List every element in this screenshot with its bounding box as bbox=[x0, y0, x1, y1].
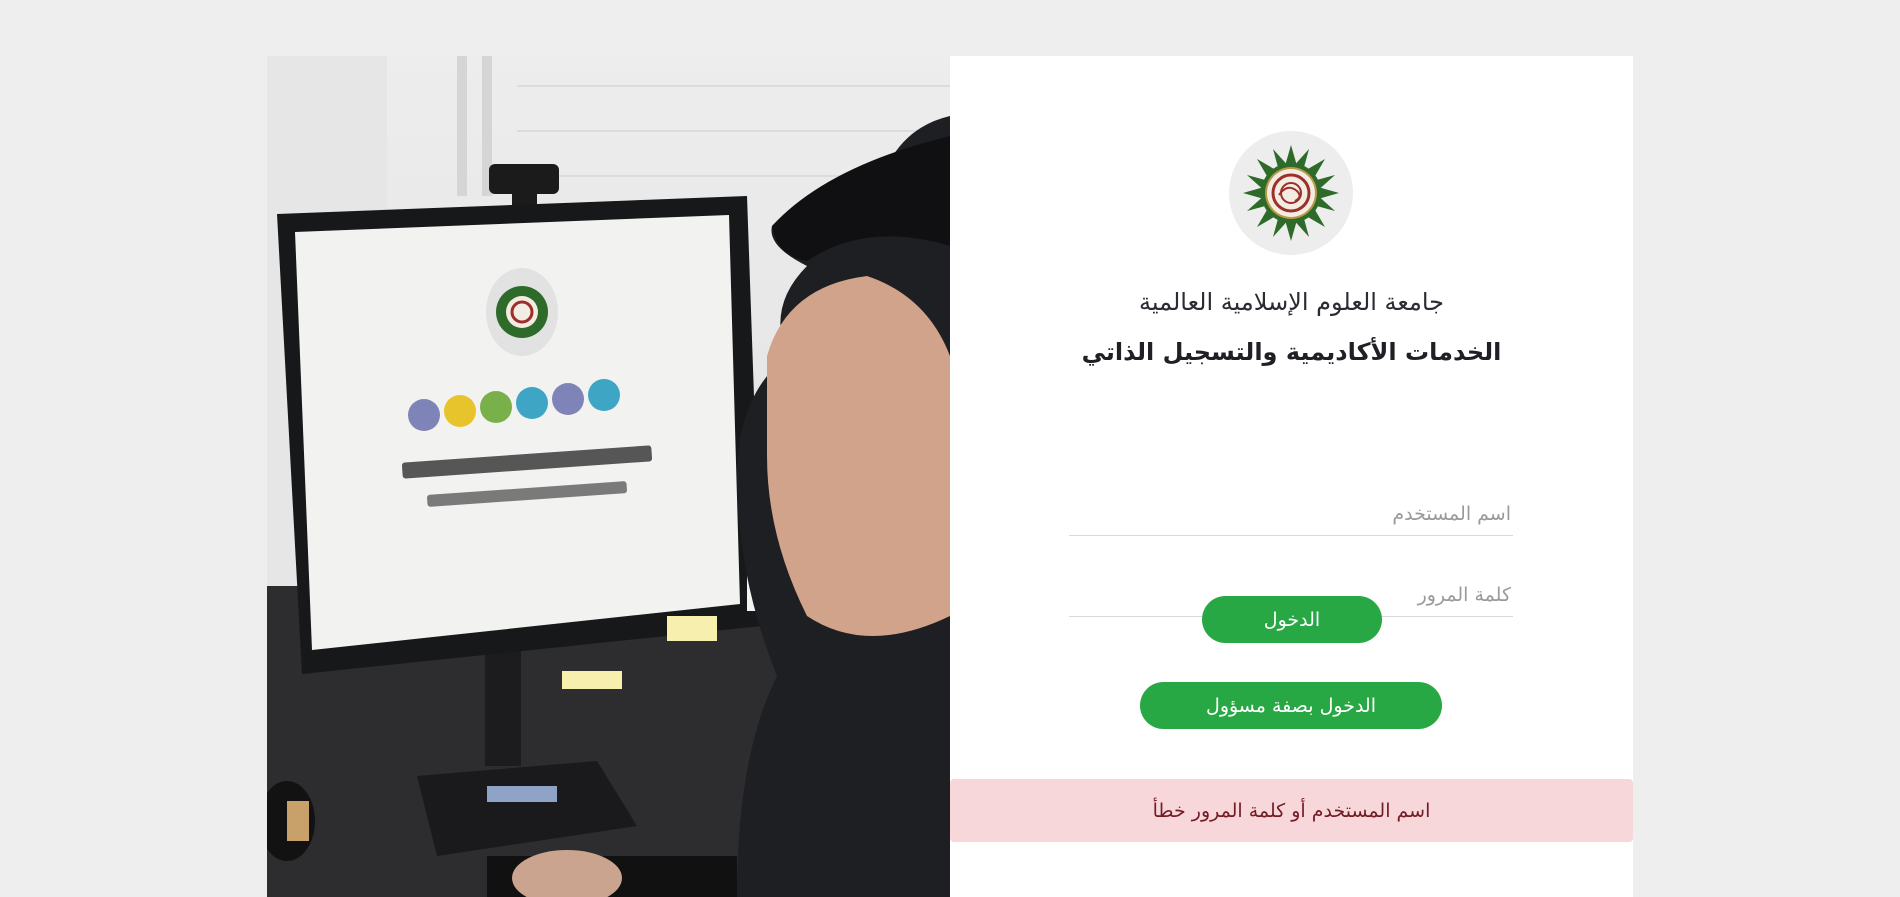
photo-illustration bbox=[267, 56, 950, 897]
login-form-panel: جامعة العلوم الإسلامية العالمية الخدمات … bbox=[950, 56, 1633, 897]
username-input[interactable] bbox=[1069, 492, 1513, 536]
university-seal-icon bbox=[1243, 145, 1339, 241]
admin-login-button[interactable]: الدخول بصفة مسؤول bbox=[1140, 682, 1442, 729]
error-alert: اسم المستخدم أو كلمة المرور خطأ bbox=[950, 779, 1633, 842]
hero-photo bbox=[267, 56, 950, 897]
login-card: جامعة العلوم الإسلامية العالمية الخدمات … bbox=[267, 56, 1633, 897]
university-logo bbox=[1229, 131, 1353, 255]
login-button[interactable]: الدخول bbox=[1202, 596, 1382, 643]
university-name: جامعة العلوم الإسلامية العالمية bbox=[1138, 288, 1444, 316]
service-title: الخدمات الأكاديمية والتسجيل الذاتي bbox=[1081, 338, 1502, 366]
